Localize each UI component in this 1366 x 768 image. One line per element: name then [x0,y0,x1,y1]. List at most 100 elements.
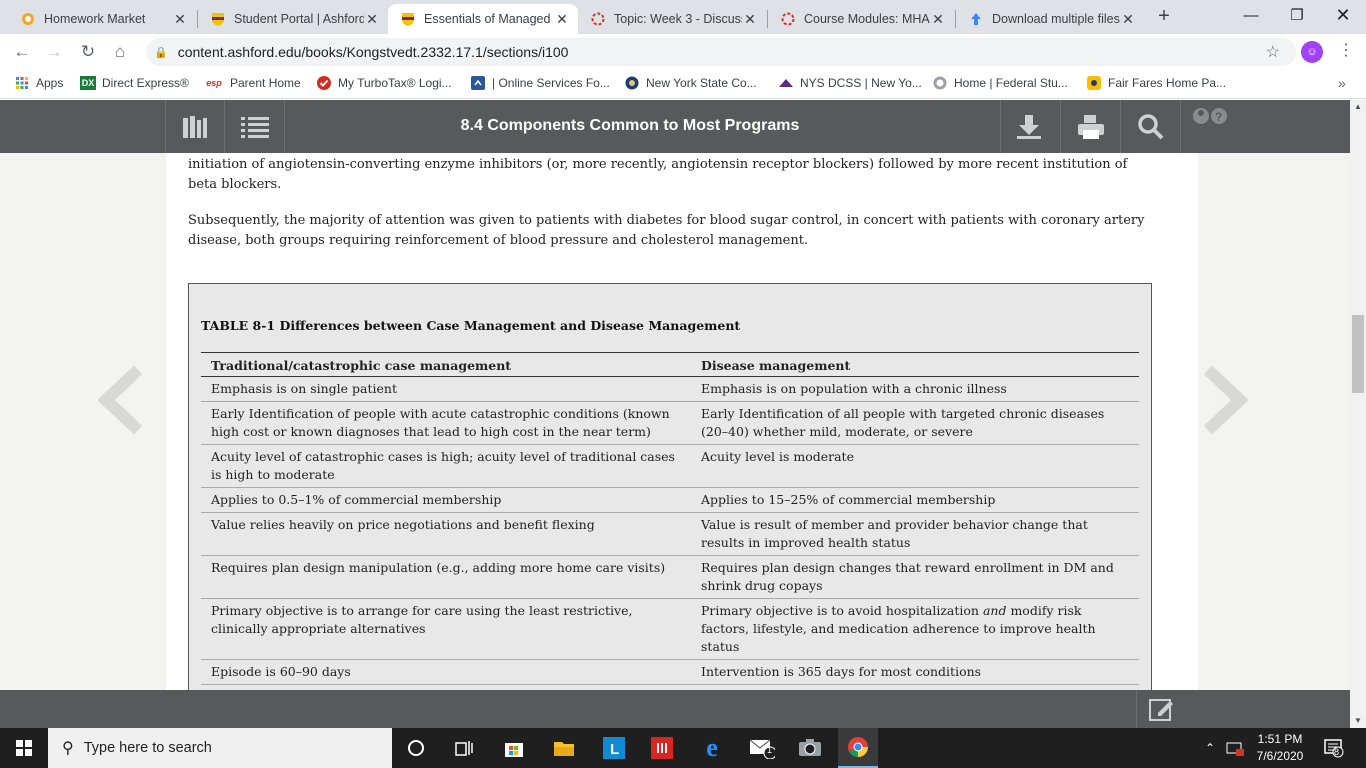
scroll-down-icon[interactable]: ▼ [1354,716,1362,725]
table-row: Early Identification of people with acut… [201,401,1139,445]
search-icon[interactable] [1136,112,1166,142]
book-page: initiation of angiotensin-converting enz… [166,153,1198,703]
table-cell: Episode is 60–90 days [201,659,691,685]
table-cell: Value is result of member and provider b… [691,512,1139,556]
restore-icon[interactable]: ❐ [1274,0,1320,30]
tab-download-multiple-files[interactable]: Download multiple files ✕ [956,4,1144,34]
tab-title: Course Modules: MHA6 [804,12,930,26]
table-cell: Early Identification of all people with … [691,401,1139,445]
bookmark-direct-express[interactable]: DX Direct Express® [80,76,189,90]
app-l-icon[interactable]: L [600,734,628,762]
close-icon[interactable]: ✕ [930,11,946,28]
bookmark-online-services[interactable]: | Online Services Fo... [470,76,610,90]
bookmark-nys[interactable]: New York State Co... [624,76,757,90]
file-explorer-icon[interactable] [550,734,578,762]
table-row: Acuity level of catastrophic cases is hi… [201,444,1139,488]
tab-homework-market[interactable]: Homework Market ✕ [8,4,196,34]
paragraph-2: Subsequently, the majority of attention … [188,213,1145,248]
new-tab-button[interactable]: + [1152,5,1176,28]
close-icon[interactable]: ✕ [172,11,188,28]
table-cell: Requires plan design changes that reward… [691,555,1139,599]
windows-start-icon[interactable] [0,728,48,768]
bookmark-federal-student[interactable]: Home | Federal Stu... [932,76,1068,90]
print-icon[interactable] [1076,112,1106,142]
table-row: Episode is 60–90 days Intervention is 36… [201,659,1139,685]
bookmark-parent-home[interactable]: esp Parent Home [204,76,301,90]
back-icon[interactable]: ← [10,40,34,64]
svg-text:?: ? [1215,110,1222,124]
table-cell: Acuity level is moderate [691,444,1139,488]
notes-edit-icon[interactable] [1146,694,1176,724]
tab-title: Download multiple files [992,12,1120,26]
close-icon[interactable]: ✕ [1120,11,1136,28]
close-icon[interactable]: ✕ [554,11,570,28]
window-close-icon[interactable]: ✕ [1320,0,1366,30]
network-status-icon[interactable] [1224,734,1246,762]
tab-topic-week-3[interactable]: Topic: Week 3 - Discuss ✕ [578,4,766,34]
bookshelf-icon[interactable] [180,112,210,142]
tab-course-modules[interactable]: Course Modules: MHA6 ✕ [768,4,954,34]
previous-page-arrow-icon[interactable] [97,365,148,435]
close-icon[interactable]: ✕ [742,11,758,28]
table-cell: Early Identification of people with acut… [201,401,691,445]
camera-icon[interactable] [796,734,824,762]
ashford-shield-icon [400,11,416,27]
next-page-arrow-icon[interactable] [1198,365,1249,435]
bookmark-fair-fares[interactable]: Fair Fares Home Pa... [1086,76,1226,90]
clock-time: 1:51 PM [1257,732,1303,746]
taskbar-search-box[interactable]: ⚲ Type here to search [48,728,392,768]
show-hidden-icons-chevron-icon[interactable]: ⌃ [1200,734,1220,762]
fair-fares-icon [1086,76,1102,90]
address-bar[interactable]: 🔒 content.ashford.edu/books/Kongstvedt.2… [146,38,1296,66]
url-text[interactable]: content.ashford.edu/books/Kongstvedt.233… [178,44,569,60]
table-row: Emphasis is on single patient Emphasis i… [201,376,1139,402]
cortana-icon[interactable] [402,734,430,762]
ebook-reader: initiation of angiotensin-converting enz… [0,100,1350,728]
online-services-icon [470,76,486,90]
bookmark-apps[interactable]: Apps [14,76,63,90]
chrome-taskbar-icon[interactable] [838,728,878,768]
bookmarks-bar: Apps DX Direct Express® esp Parent Home … [0,70,1366,99]
table-cell: Acuity level of catastrophic cases is hi… [201,444,691,488]
table-cell: Primary objective is to arrange for care… [201,598,691,660]
bookmark-label: Parent Home [230,76,301,90]
tab-student-portal[interactable]: Student Portal | Ashford ✕ [198,4,388,34]
bookmark-label: My TurboTax® Logi... [338,76,452,90]
tab-essentials-of-managed[interactable]: Essentials of Managed ✕ [388,4,578,34]
task-view-icon[interactable] [450,734,478,762]
table-cell: Emphasis is on single patient [201,376,691,402]
table-row: Applies to 0.5–1% of commercial membersh… [201,487,1139,513]
reload-icon[interactable]: ↻ [76,40,100,64]
microsoft-store-icon[interactable] [500,734,528,762]
page-scrollbar[interactable]: ▲ ▼ [1350,100,1366,728]
close-icon[interactable]: ✕ [364,11,380,28]
bookmark-star-icon[interactable]: ☆ [1266,42,1280,62]
table-row: Primary objective is to arrange for care… [201,598,1139,660]
download-icon[interactable] [1014,112,1044,142]
profile-avatar[interactable]: ☺ [1301,41,1323,63]
home-icon[interactable]: ⌂ [108,40,132,64]
table-cell: Emphasis is on population with a chronic… [691,376,1139,402]
forward-icon[interactable]: → [42,40,66,64]
bookmark-turbotax[interactable]: My TurboTax® Logi... [316,76,452,90]
edge-browser-icon[interactable]: e [698,734,726,762]
bookmark-label: Apps [36,76,64,90]
scrollbar-thumb[interactable] [1352,315,1364,393]
more-bookmarks-icon[interactable]: » [1338,75,1346,91]
system-clock[interactable]: 1:51 PM 7/6/2020 [1250,731,1310,765]
scroll-up-icon[interactable]: ▲ [1354,102,1362,111]
minimize-icon[interactable]: — [1228,0,1274,30]
bookmark-nys-dcss[interactable]: NYS DCSS | New Yo... [778,76,922,90]
app-red-bars-icon[interactable] [648,734,676,762]
menu-kebab-icon[interactable]: ⋮ [1338,40,1354,60]
column-header-disease-management: Disease management [691,352,1139,377]
upload-arrow-icon [968,11,984,27]
bookmark-label: New York State Co... [646,76,757,90]
table-of-contents-icon[interactable] [240,112,270,142]
bookmark-label: Fair Fares Home Pa... [1108,76,1227,90]
search-icon: ⚲ [62,740,74,757]
notifications-icon[interactable]: 8 [1320,734,1348,762]
browser-toolbar: ← → ↻ ⌂ 🔒 content.ashford.edu/books/Kong… [0,34,1366,70]
help-account-icons[interactable]: ? [1190,106,1232,126]
mail-icon[interactable]: 1 [748,734,776,762]
